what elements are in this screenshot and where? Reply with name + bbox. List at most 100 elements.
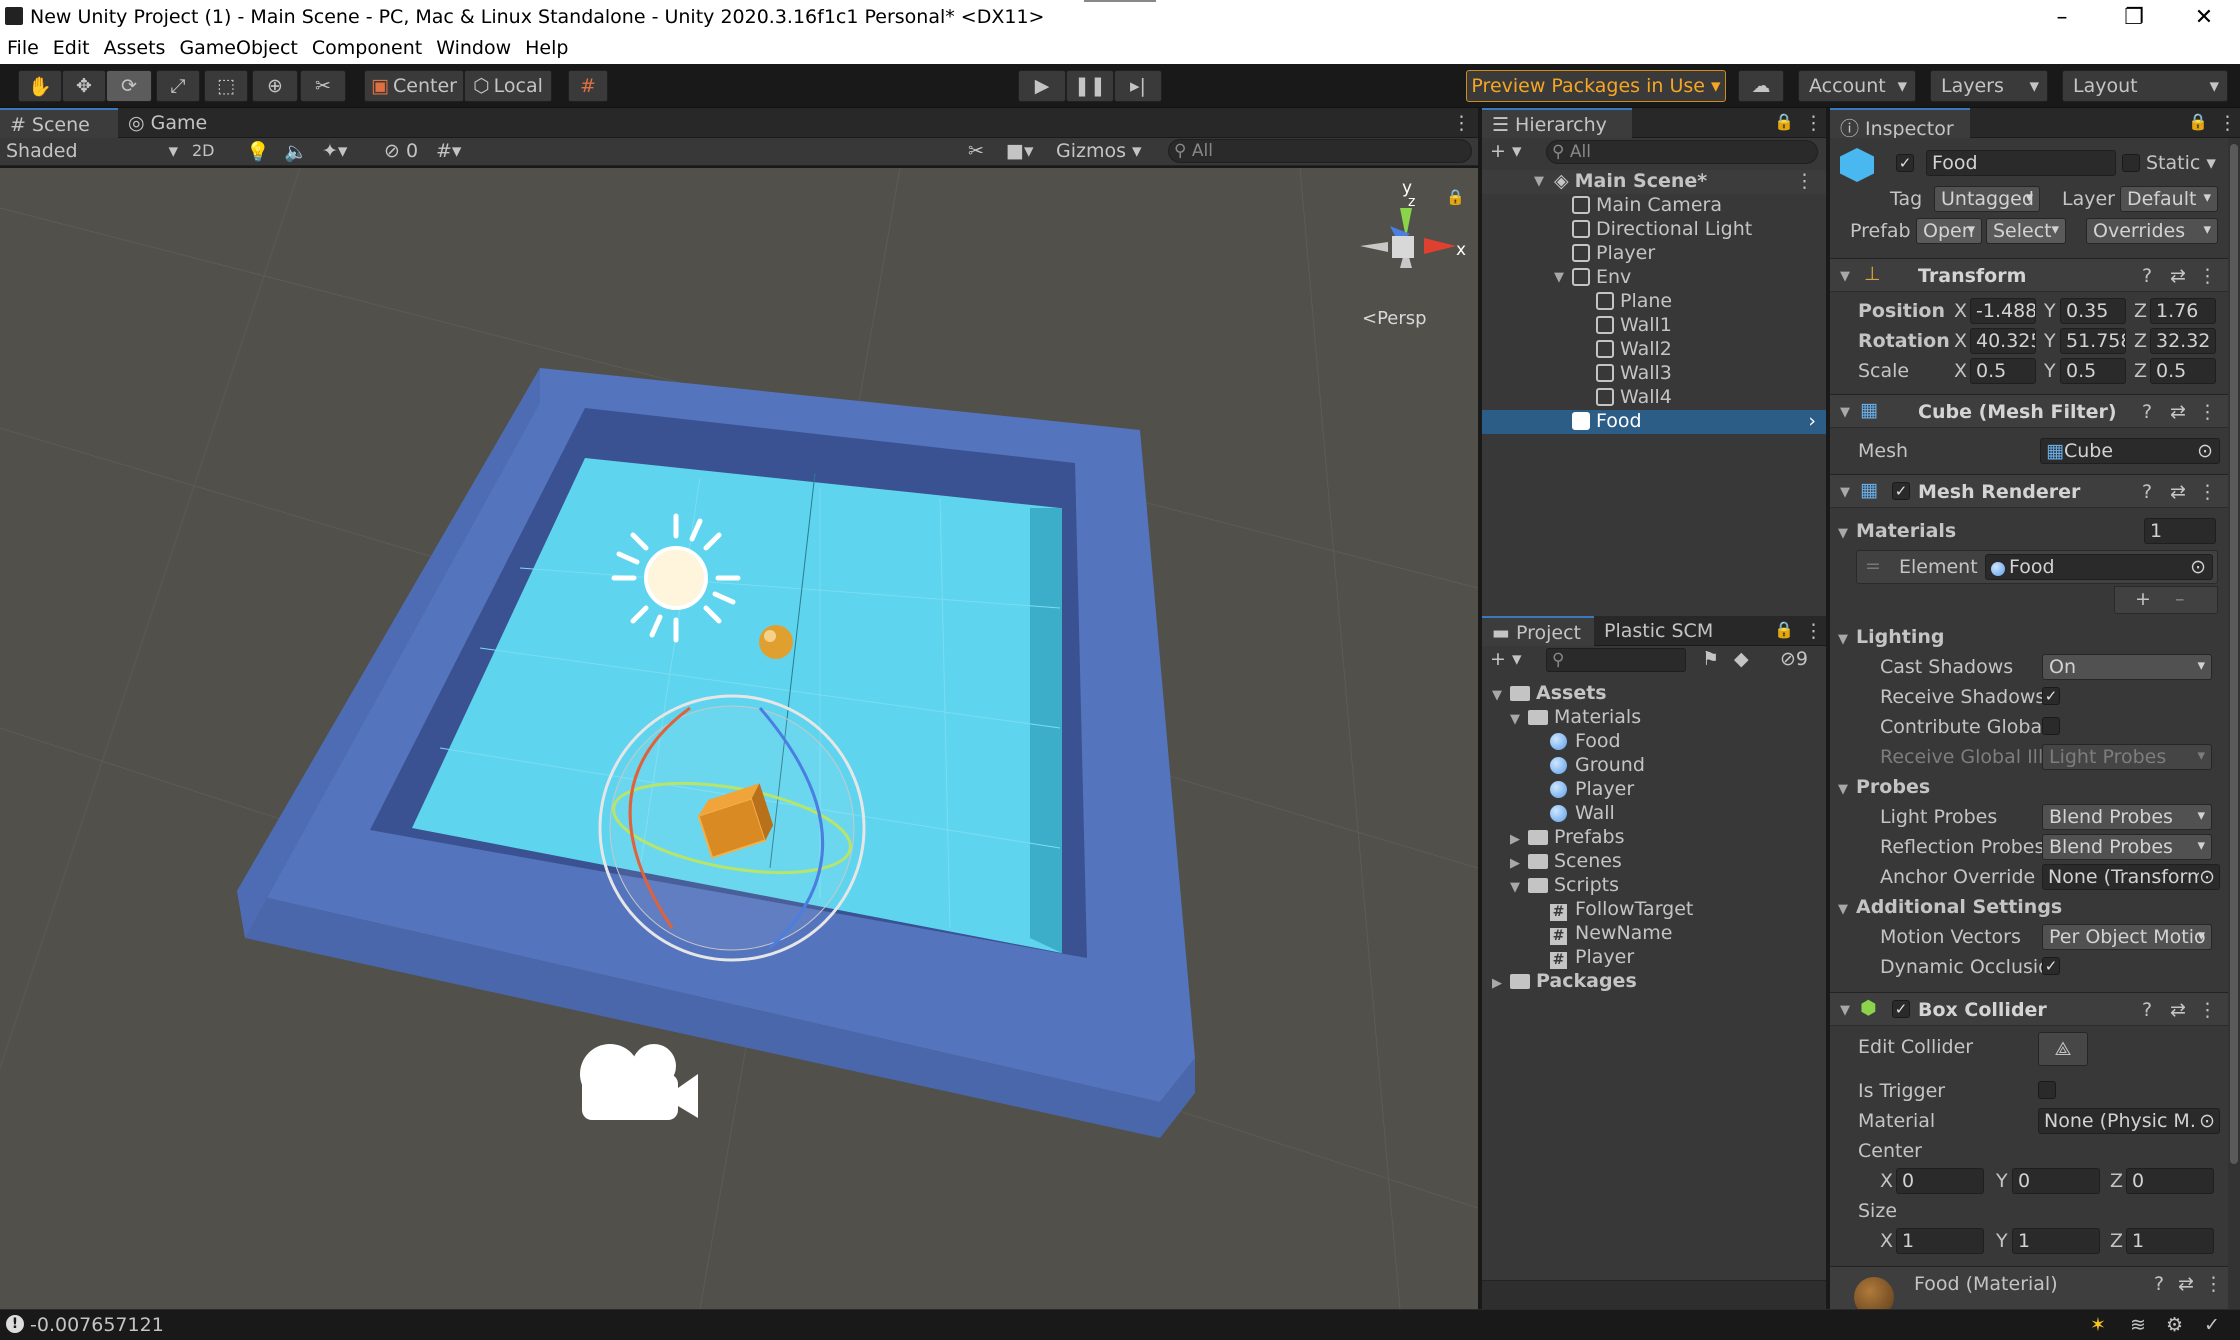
menu-assets[interactable]: Assets [97, 34, 173, 59]
drag-handle-icon[interactable]: = [1865, 555, 1881, 577]
menu-component[interactable]: Component [305, 34, 429, 59]
mode-2d-button[interactable]: 2D [192, 141, 222, 160]
project-scenes-folder[interactable]: ▶ Scenes [1482, 850, 1622, 874]
rotation-y-field[interactable]: 51.758 [2060, 328, 2126, 354]
mesh-renderer-header[interactable]: ▼ ▦ ✓ Mesh Renderer ? ⇄ ⋮ [1830, 474, 2240, 508]
hierarchy-item-main-camera[interactable]: Main Camera [1482, 194, 1722, 218]
chevron-right-icon[interactable]: › [1808, 410, 1816, 432]
orientation-gizmo[interactable] [1360, 208, 1456, 268]
menu-edit[interactable]: Edit [46, 34, 97, 59]
scale-z-field[interactable]: 0.5 [2150, 358, 2216, 384]
receive-shadows-checkbox[interactable]: ✓ [2042, 687, 2060, 705]
component-menu-icon[interactable]: ⋮ [2204, 1273, 2223, 1295]
box-collider-enabled-checkbox[interactable]: ✓ [1892, 1000, 1910, 1018]
rotate-tool-icon[interactable]: ⟳ [106, 70, 152, 102]
scale-x-field[interactable]: 0.5 [1970, 358, 2036, 384]
object-name-input[interactable]: Food [1926, 150, 2116, 176]
rect-tool-icon[interactable]: ⬚ [204, 70, 248, 102]
reflection-probes-dropdown[interactable]: Blend Probes [2042, 834, 2212, 860]
project-assets-folder[interactable]: ▼ Assets [1482, 682, 1607, 706]
center-x-field[interactable]: 0 [1896, 1168, 1984, 1194]
filter-type-icon[interactable]: ⚑ [1702, 648, 1719, 670]
effects-toggle-icon[interactable]: ✦▾ [322, 140, 347, 162]
hierarchy-item-directional-light[interactable]: Directional Light [1482, 218, 1752, 242]
hierarchy-lock-icon[interactable]: 🔒 [1774, 112, 1794, 131]
cloud-icon[interactable]: ☁ [1738, 70, 1784, 102]
camera-settings-icon[interactable]: ■▾ [1006, 140, 1034, 162]
center-z-field[interactable]: 0 [2126, 1168, 2214, 1194]
remove-element-button[interactable]: – [2175, 588, 2185, 610]
additional-settings-foldout[interactable]: ▼ Additional Settings [1838, 896, 2062, 918]
layers-dropdown[interactable]: Layers ▾ [1930, 70, 2048, 102]
transform-tool-icon[interactable]: ⊕ [252, 70, 298, 102]
active-checkbox[interactable]: ✓ [1896, 154, 1914, 172]
mesh-filter-header[interactable]: ▼ ▦ Cube (Mesh Filter) ? ⇄ ⋮ [1830, 394, 2240, 428]
play-button[interactable]: ▶ [1018, 70, 1066, 102]
hierarchy-item-player[interactable]: Player [1482, 242, 1655, 266]
move-tool-icon[interactable]: ✥ [62, 70, 106, 102]
scene-viewport[interactable]: y z x 🔒 <Persp [0, 168, 1478, 1309]
account-dropdown[interactable]: Account ▾ [1798, 70, 1916, 102]
maximize-button[interactable]: ❐ [2098, 0, 2170, 34]
project-material-player[interactable]: Player [1482, 778, 1634, 802]
hierarchy-item-wall3[interactable]: Wall3 [1482, 362, 1672, 386]
gizmos-dropdown[interactable]: Gizmos ▾ [1056, 140, 1142, 162]
object-picker-icon[interactable]: ⊙ [2197, 440, 2213, 462]
help-icon[interactable]: ? [2142, 401, 2152, 423]
component-menu-icon[interactable]: ⋮ [2198, 401, 2217, 423]
center-y-field[interactable]: 0 [2012, 1168, 2100, 1194]
preset-icon[interactable]: ⇄ [2178, 1273, 2194, 1295]
scene-search-input[interactable]: ⚲ All [1168, 139, 1472, 163]
inspector-menu-icon[interactable]: ⋮ [2218, 112, 2237, 134]
object-picker-icon[interactable]: ⊙ [2190, 556, 2206, 578]
dynamic-occlusion-checkbox[interactable]: ✓ [2042, 957, 2060, 975]
is-trigger-checkbox[interactable] [2038, 1081, 2056, 1099]
hierarchy-item-env[interactable]: ▼ Env [1482, 266, 1631, 290]
scene-menu-icon[interactable]: ⋮ [1795, 170, 1814, 192]
status-message[interactable]: -0.007657121 [30, 1314, 164, 1336]
object-picker-icon[interactable]: ⊙ [2199, 1110, 2215, 1132]
hand-tool-icon[interactable]: ✋ [18, 70, 62, 102]
size-x-field[interactable]: 1 [1896, 1228, 1984, 1254]
probes-foldout[interactable]: ▼ Probes [1838, 776, 1930, 798]
hierarchy-item-wall4[interactable]: Wall4 [1482, 386, 1672, 410]
collider-material-field[interactable]: None (Physic M. ⊙ [2038, 1108, 2220, 1134]
edit-collider-button[interactable]: ⟁ [2038, 1032, 2088, 1066]
motion-vectors-dropdown[interactable]: Per Object Motio [2042, 924, 2212, 950]
help-icon[interactable]: ? [2154, 1273, 2164, 1295]
close-button[interactable]: ✕ [2168, 0, 2240, 34]
menu-window[interactable]: Window [429, 34, 518, 59]
project-material-ground[interactable]: Ground [1482, 754, 1645, 778]
project-scripts-folder[interactable]: ▼ Scripts [1482, 874, 1619, 898]
hierarchy-search-input[interactable]: ⚲ All [1546, 140, 1818, 164]
tab-plastic-scm[interactable]: Plastic SCM [1594, 616, 1744, 646]
pause-button[interactable]: ❚❚ [1066, 70, 1114, 102]
tab-game[interactable]: ◎ Game [118, 108, 218, 138]
project-script-player[interactable]: # Player [1482, 946, 1634, 970]
hierarchy-menu-icon[interactable]: ⋮ [1804, 112, 1823, 134]
step-button[interactable]: ▸| [1114, 70, 1162, 102]
layer-dropdown[interactable]: Default [2120, 186, 2218, 212]
material-preview-header[interactable]: Food (Material) ? ⇄ ⋮ [1830, 1266, 2240, 1309]
component-menu-icon[interactable]: ⋮ [2198, 999, 2217, 1021]
lighting-foldout[interactable]: ▼ Lighting [1838, 626, 1944, 648]
prefab-overrides-dropdown[interactable]: Overrides [2086, 218, 2218, 244]
tab-hierarchy[interactable]: ☰ Hierarchy [1482, 108, 1632, 138]
size-z-field[interactable]: 1 [2126, 1228, 2214, 1254]
add-element-button[interactable]: + [2135, 588, 2151, 610]
project-packages-folder[interactable]: ▶ Packages [1482, 970, 1637, 994]
contribute-gi-checkbox[interactable] [2042, 717, 2060, 735]
scale-y-field[interactable]: 0.5 [2060, 358, 2126, 384]
gizmo-lock-icon[interactable]: 🔒 [1446, 188, 1465, 206]
prefab-select-button[interactable]: Select [1986, 218, 2066, 244]
hierarchy-add-button[interactable]: + ▾ [1490, 140, 1522, 162]
prefab-open-button[interactable]: Open [1916, 218, 1982, 244]
filter-label-icon[interactable]: ◆ [1734, 648, 1749, 670]
tag-dropdown[interactable]: Untagged [1934, 186, 2040, 212]
audio-toggle-icon[interactable]: 🔈 [284, 140, 308, 163]
tools-icon[interactable]: ✂ [968, 140, 984, 162]
project-script-newname[interactable]: # NewName [1482, 922, 1673, 946]
help-icon[interactable]: ? [2142, 999, 2152, 1021]
inspector-scrollbar[interactable] [2228, 138, 2240, 1309]
static-dropdown[interactable]: Static ▾ [2146, 152, 2216, 174]
